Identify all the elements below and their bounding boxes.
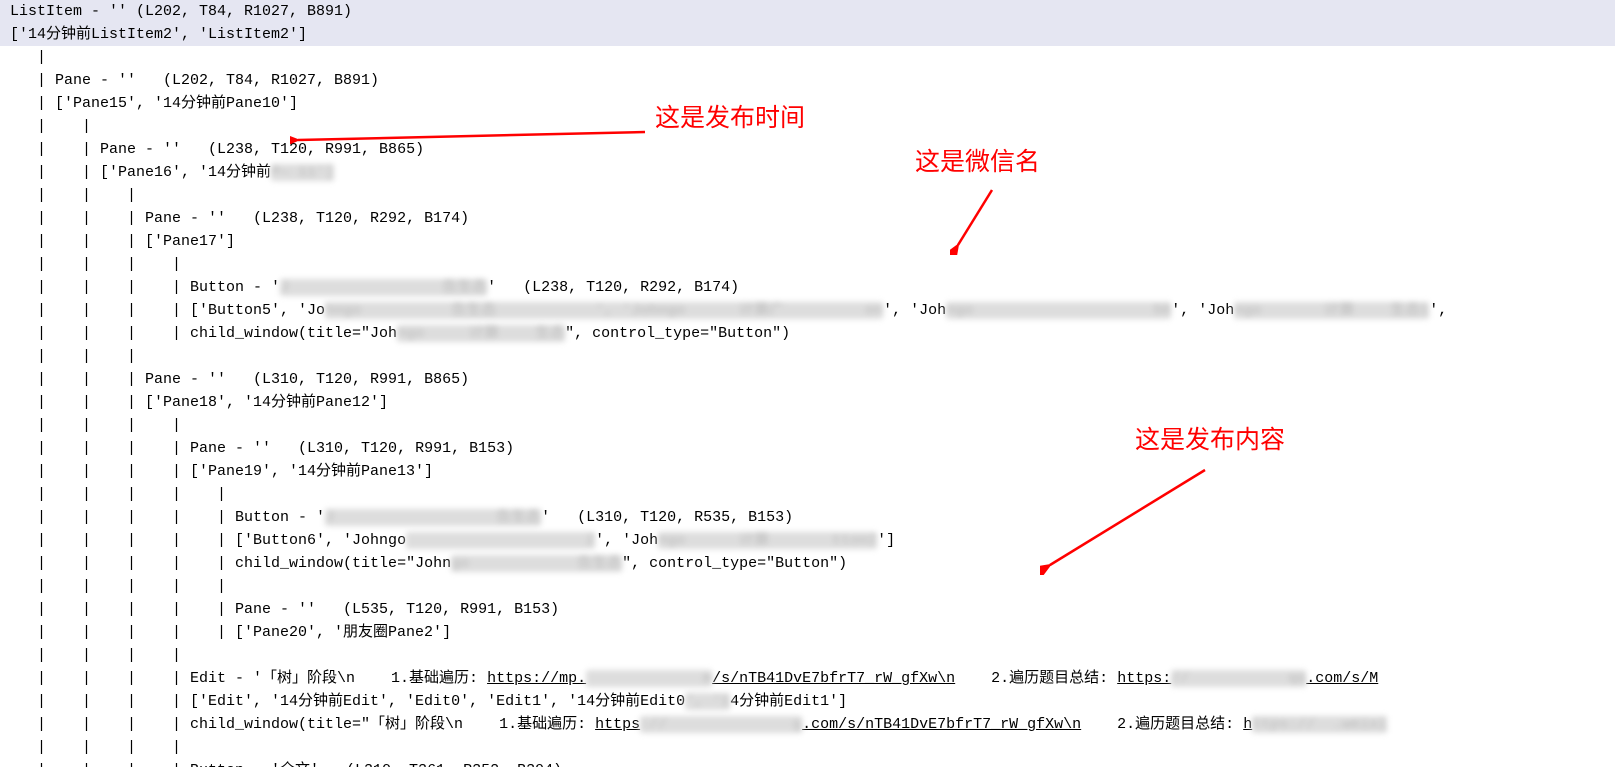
- line: | | | | Pane - '' (L310, T120, R991, B15…: [0, 437, 1615, 460]
- line: | | | |: [0, 644, 1615, 667]
- line: | Pane - '' (L202, T84, R1027, B891): [0, 69, 1615, 92]
- link-mp[interactable]: https://mp.: [487, 670, 586, 687]
- line: | | |: [0, 184, 1615, 207]
- line: | | | | |: [0, 575, 1615, 598]
- line-edit-list: | | | | ['Edit', '14分钟前Edit', 'Edit0', '…: [0, 690, 1615, 713]
- line-button6-list: | | | | | ['Button6', 'Johngo 2', 'Johng…: [0, 529, 1615, 552]
- line: | | |: [0, 345, 1615, 368]
- line-edit-child: | | | | child_window(title="「树」阶段\n 1.基础…: [0, 713, 1615, 736]
- link-qq-2[interactable]: .com/s/M: [1306, 670, 1378, 687]
- annot-publish-time: 这是发布时间: [655, 108, 805, 129]
- line-button6: | | | | | Button - 'J 告生态' (L310, T120, …: [0, 506, 1615, 529]
- line-button5: | | | | Button - 'J 告生态' (L238, T120, R2…: [0, 276, 1615, 299]
- line: | | | |: [0, 253, 1615, 276]
- line: | | Pane - '' (L238, T120, R991, B865): [0, 138, 1615, 161]
- hl-line-1: ListItem - '' (L202, T84, R1027, B891): [0, 0, 1615, 23]
- link-qq[interactable]: https:: [1117, 670, 1171, 687]
- annot-wechat-name: 这是微信名: [915, 152, 1040, 173]
- line: |: [0, 46, 1615, 69]
- line-pane16: | | ['Pane16', '14分钟前P— 11']: [0, 161, 1615, 184]
- link-mp-2[interactable]: /s/nTB41DvE7bfrT7_rW_gfXw\n: [712, 670, 955, 687]
- link-child-1b[interactable]: .com/s/nTB41DvE7bfrT7_rW_gfXw\n: [802, 716, 1081, 733]
- line-edit: | | | | Edit - '「树」阶段\n 1.基础遍历: https://…: [0, 667, 1615, 690]
- hl-line-2: ['14分钟前ListItem2', 'ListItem2']: [0, 23, 1615, 46]
- line: | | | | Button - '全文' (L310, T361, R352,…: [0, 759, 1615, 767]
- line: | | | |: [0, 736, 1615, 759]
- link-child-1[interactable]: https: [595, 716, 640, 733]
- line: | | | Pane - '' (L238, T120, R292, B174): [0, 207, 1615, 230]
- line: | | | | | ['Pane20', '朋友圈Pane2']: [0, 621, 1615, 644]
- line: | | | | | Pane - '' (L535, T120, R991, B…: [0, 598, 1615, 621]
- line: | | | | |: [0, 483, 1615, 506]
- line: | | | Pane - '' (L310, T120, R991, B865): [0, 368, 1615, 391]
- line-button5-child: | | | | child_window(title="Johngo 计算 生态…: [0, 322, 1615, 345]
- console-output: ListItem - '' (L202, T84, R1027, B891) […: [0, 0, 1615, 767]
- line: | |: [0, 115, 1615, 138]
- annot-publish-content: 这是发布内容: [1135, 430, 1285, 451]
- line: | | | ['Pane17']: [0, 230, 1615, 253]
- line-button6-child: | | | | | child_window(title="Johngo 告生态…: [0, 552, 1615, 575]
- line-button5-list: | | | | ['Button5', 'Johngo 告生态 ', 'John…: [0, 299, 1615, 322]
- link-child-2[interactable]: h: [1243, 716, 1252, 733]
- line: | | | | ['Pane19', '14分钟前Pane13']: [0, 460, 1615, 483]
- line: | ['Pane15', '14分钟前Pane10']: [0, 92, 1615, 115]
- line: | | | |: [0, 414, 1615, 437]
- line: | | | ['Pane18', '14分钟前Pane12']: [0, 391, 1615, 414]
